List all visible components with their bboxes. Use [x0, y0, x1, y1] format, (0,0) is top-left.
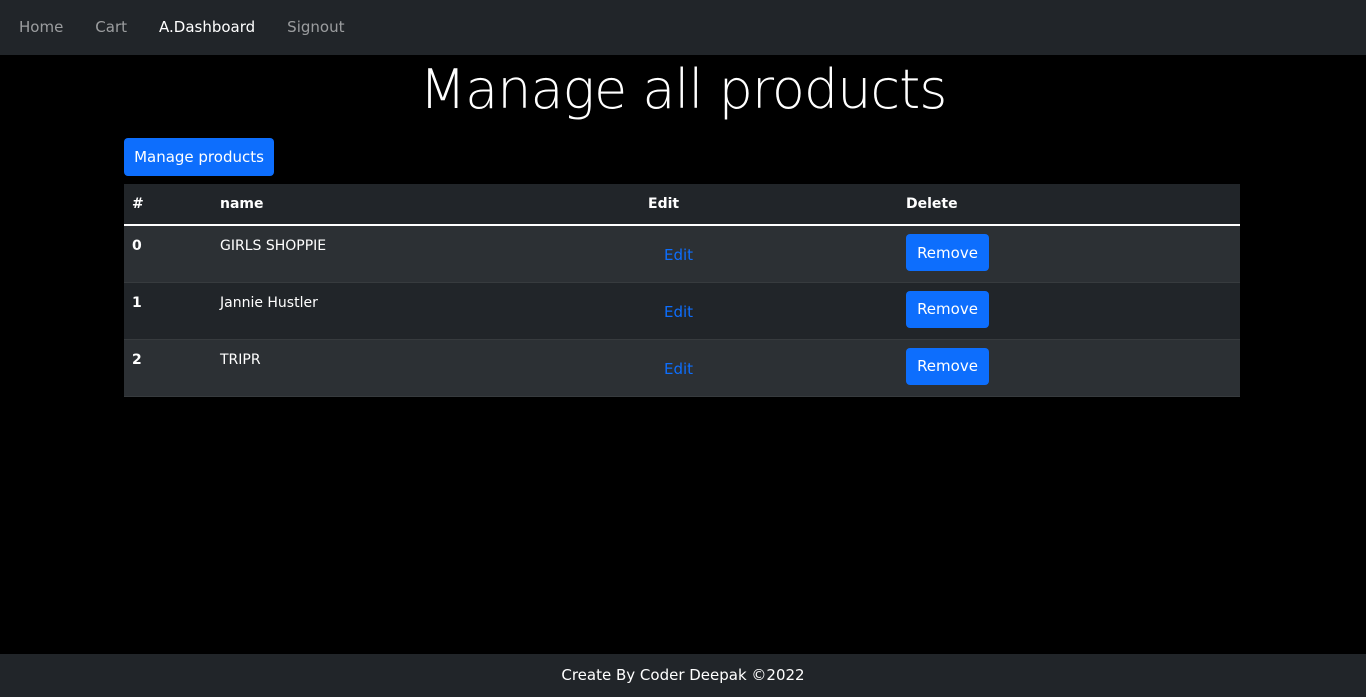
footer-text: Create By Coder Deepak ©2022 — [561, 666, 805, 684]
nav-link-signout[interactable]: Signout — [271, 0, 360, 55]
row-delete-cell: Remove — [898, 282, 1240, 340]
table-row: 0 GIRLS SHOPPIE Edit Remove — [124, 225, 1240, 283]
table-row: 1 Jannie Hustler Edit Remove — [124, 282, 1240, 340]
row-name: TRIPR — [212, 339, 640, 397]
page-title: Manage all products — [419, 58, 948, 121]
products-table: # name Edit Delete 0 GIRLS SHOPPIE Edit … — [124, 184, 1240, 397]
row-delete-cell: Remove — [898, 225, 1240, 283]
row-delete-cell: Remove — [898, 339, 1240, 397]
row-index: 0 — [124, 225, 212, 283]
row-name: GIRLS SHOPPIE — [212, 225, 640, 283]
remove-button[interactable]: Remove — [906, 347, 989, 385]
remove-button[interactable]: Remove — [906, 234, 989, 271]
header-index: # — [124, 184, 212, 226]
remove-button[interactable]: Remove — [906, 290, 989, 328]
nav-link-home[interactable]: Home — [3, 0, 79, 55]
table-header-row: # name Edit Delete — [124, 184, 1240, 226]
row-edit-cell: Edit — [640, 339, 898, 397]
header-name: name — [212, 184, 640, 226]
header-delete: Delete — [898, 184, 1240, 226]
manage-products-button[interactable]: Manage products — [124, 138, 274, 176]
header-edit: Edit — [640, 184, 898, 226]
row-edit-cell: Edit — [640, 225, 898, 283]
row-edit-cell: Edit — [640, 282, 898, 340]
nav-link-dashboard[interactable]: A.Dashboard — [143, 0, 271, 55]
row-index: 2 — [124, 339, 212, 397]
top-navbar: Home Cart A.Dashboard Signout — [0, 0, 1366, 55]
footer: Create By Coder Deepak ©2022 — [0, 654, 1366, 697]
row-index: 1 — [124, 282, 212, 340]
edit-link[interactable]: Edit — [664, 360, 693, 378]
edit-link[interactable]: Edit — [664, 246, 693, 264]
table-row: 2 TRIPR Edit Remove — [124, 339, 1240, 397]
row-name: Jannie Hustler — [212, 282, 640, 340]
nav-link-cart[interactable]: Cart — [79, 0, 143, 55]
edit-link[interactable]: Edit — [664, 303, 693, 321]
